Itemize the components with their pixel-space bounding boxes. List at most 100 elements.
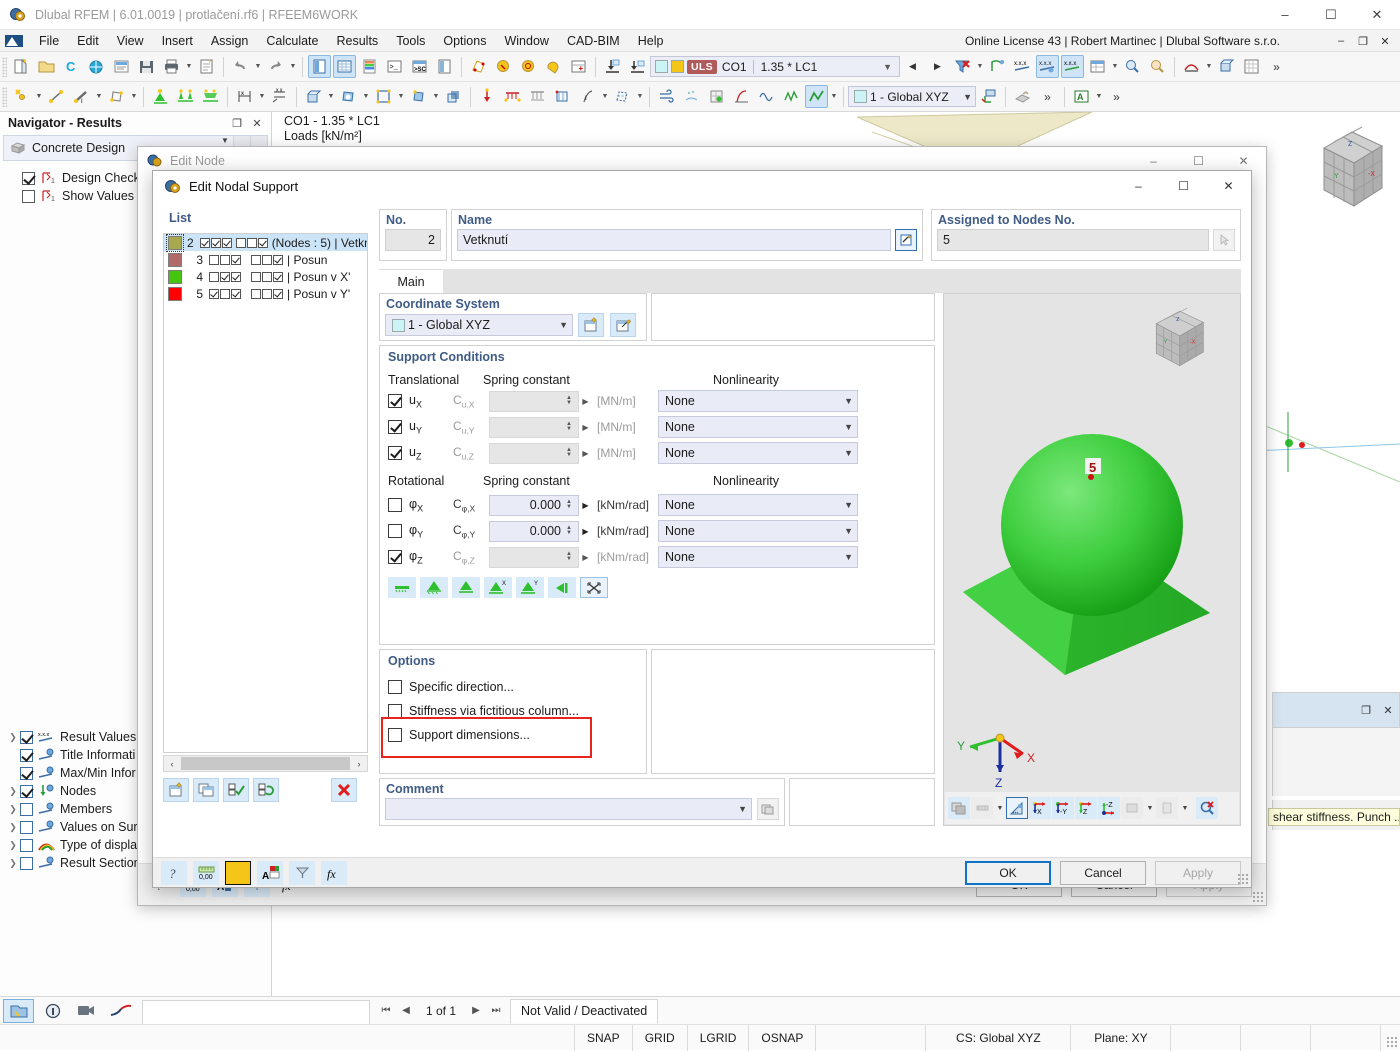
chevron-down-icon[interactable]: ▼ [838,396,853,406]
ok-button[interactable]: OK [965,861,1051,885]
option-stiffness-fictitious-column[interactable]: Stiffness via fictitious column... [388,700,646,721]
chevron-down-icon[interactable]: ▼ [732,804,747,814]
table-panel-button[interactable] [333,55,356,78]
model-info-button[interactable] [110,55,133,78]
result-magnifier-button[interactable] [1121,55,1144,78]
fixed-support-button[interactable] [420,577,448,598]
deformation-view-button[interactable] [1180,55,1203,78]
member-set-dropdown-arrow[interactable]: ▼ [431,93,441,100]
expand-icon[interactable]: ❯ [6,840,20,851]
stability-button[interactable] [730,85,753,108]
menu-item-edit[interactable]: Edit [68,31,108,51]
name-input[interactable]: Vetknutí [457,229,891,251]
spring-input-phix[interactable]: 0.000 ▲ ▼ [489,494,579,516]
chevron-down-icon[interactable]: ▼ [553,320,568,330]
chevron-down-icon[interactable]: ▼ [963,92,972,102]
new-support-button[interactable] [163,778,189,802]
help-button[interactable]: ? [161,861,187,885]
solid-button[interactable] [302,85,325,108]
select-objects-button[interactable] [492,55,515,78]
curve-button[interactable] [105,999,136,1023]
opening-button[interactable] [337,85,360,108]
member-set-button[interactable] [407,85,430,108]
edit-coordinate-system-button[interactable] [610,313,636,337]
toolbar-grip[interactable] [2,86,7,107]
document-minimize-button[interactable]: – [1330,31,1352,51]
select-circle-button[interactable] [517,55,540,78]
dimension-button[interactable]: x [233,85,256,108]
menu-item-assign[interactable]: Assign [202,31,258,51]
scrollbar-thumb[interactable] [181,757,350,770]
prev-page-button[interactable]: ◀ [398,1005,414,1016]
menu-item-view[interactable]: View [108,31,153,51]
document-close-button[interactable]: ✕ [1374,31,1396,51]
checkbox-values-on-surfaces[interactable] [20,820,33,834]
checkbox-maxmin-information[interactable] [20,766,33,780]
surface-set-dropdown-arrow[interactable]: ▼ [396,93,406,100]
render-mode-button[interactable] [948,797,970,819]
surface-support-button[interactable] [199,85,222,108]
shading-dropdown-arrow[interactable]: ▼ [1144,805,1156,812]
redo-dropdown-arrow[interactable]: ▼ [288,63,298,70]
imperfection-dropdown-arrow[interactable]: ▼ [600,93,610,100]
menu-item-tools[interactable]: Tools [387,31,434,51]
invert-selection-button[interactable] [253,778,279,802]
window-close-button[interactable]: ✕ [1354,0,1400,30]
sliding-support-button[interactable] [548,577,576,598]
tab-main[interactable]: Main [379,269,443,293]
hinged-support-button[interactable] [452,577,480,598]
xxx-values-button[interactable]: x.x.x [1011,55,1034,78]
function-settings-button[interactable]: fx [321,861,347,885]
menu-item-cad-bim[interactable]: CAD-BIM [558,31,629,51]
new-line-button[interactable] [45,85,68,108]
nodal-load-button[interactable] [476,85,499,108]
undo-button[interactable] [229,55,252,78]
option-support-dimensions[interactable]: Support dimensions... [388,724,646,745]
view-x-button[interactable]: X [1029,797,1051,819]
print-dropdown-arrow[interactable]: ▼ [184,63,194,70]
node-dropdown-arrow[interactable]: ▼ [34,93,44,100]
right-panel-undock-button[interactable]: ❐ [1355,704,1377,717]
spring-expand-icon-phiz[interactable]: ▶ [579,553,592,562]
overflow-button[interactable]: » [1036,85,1059,108]
expand-icon[interactable]: ❯ [6,732,20,743]
menu-item-results[interactable]: Results [328,31,388,51]
free-load-button[interactable] [551,85,574,108]
copy-support-button[interactable] [193,778,219,802]
console-button[interactable]: >_ [383,55,406,78]
clear-filter-button[interactable] [951,55,974,78]
checkbox-design-check[interactable] [22,171,35,185]
select-all-button[interactable] [223,778,249,802]
filter-dropdown-arrow[interactable]: ▼ [975,63,985,70]
hinged-x-support-button[interactable]: X [484,577,512,598]
status-grid-toggle[interactable]: GRID [633,1024,688,1051]
multi-dimension-button[interactable]: x x [268,85,291,108]
construction-stage-button[interactable] [705,85,728,108]
menu-item-calculate[interactable]: Calculate [257,31,327,51]
checkbox-phix[interactable] [388,498,402,512]
new-report-button[interactable] [195,55,218,78]
printout-report-button[interactable] [433,55,456,78]
expand-icon[interactable]: ❯ [6,822,20,833]
checkbox-phiz[interactable] [388,550,402,564]
expand-icon[interactable]: ❯ [6,786,20,797]
list-item[interactable]: 2 (Nodes : 5) | Vetkn [164,234,367,252]
checkbox-phiy[interactable] [388,524,402,538]
navigator-panel-button[interactable] [308,55,331,78]
load-case-next-button[interactable]: ▶ [926,55,949,78]
line-support-assign-button[interactable] [626,55,649,78]
solid-dropdown-arrow[interactable]: ▼ [326,93,336,100]
new-surface-button[interactable] [105,85,128,108]
status-osnap-toggle[interactable]: OSNAP [749,1024,817,1051]
list-item[interactable]: 4 | Posun v X' [164,268,367,285]
dimension-dropdown-arrow[interactable]: ▼ [257,93,267,100]
scale-dropdown-arrow[interactable]: ▼ [994,805,1006,812]
spring-expand-icon-phiy[interactable]: ▶ [579,527,592,536]
navigator-close-button[interactable]: ✕ [247,117,267,130]
solid-set-button[interactable] [442,85,465,108]
list-item[interactable]: 5 | Posun v Y' [164,285,367,302]
checkbox-result-values[interactable] [20,730,33,744]
spring-expand-icon-uy[interactable]: ▶ [579,423,592,432]
undo-dropdown-arrow[interactable]: ▼ [253,63,263,70]
sc-script-button[interactable]: >SC [408,55,431,78]
